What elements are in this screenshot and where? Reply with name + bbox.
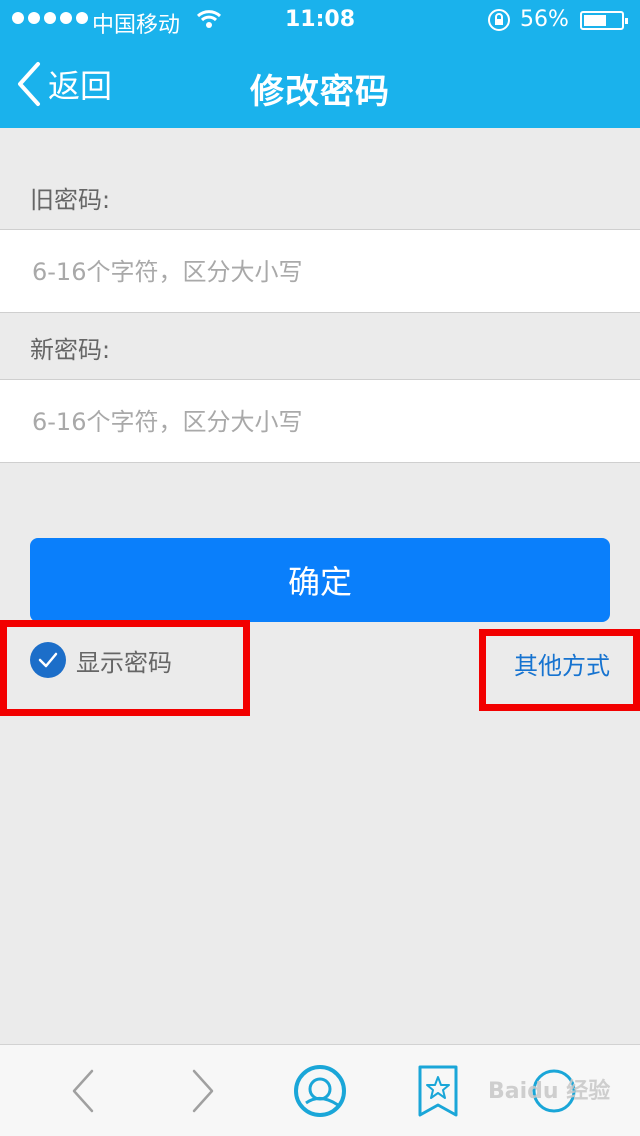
- old-password-label: 旧密码:: [30, 186, 111, 214]
- new-password-label: 新密码:: [30, 336, 111, 364]
- browser-logo-icon: [294, 1065, 346, 1117]
- confirm-button[interactable]: 确定: [30, 538, 610, 622]
- other-method-link[interactable]: 其他方式: [514, 646, 610, 681]
- status-bar: 中国移动 11:08 56%: [0, 0, 640, 40]
- chevron-right-icon: [192, 1069, 214, 1113]
- show-password-label: 显示密码: [76, 648, 172, 677]
- old-password-row: [0, 229, 640, 314]
- rotation-lock-icon: [486, 8, 512, 38]
- page-title: 修改密码: [250, 72, 390, 112]
- browser-back-button[interactable]: [52, 1059, 116, 1123]
- baidu-watermark: Baidu 经验: [488, 1079, 611, 1104]
- navigation-bar: 返回 修改密码: [0, 40, 640, 128]
- bookmark-button[interactable]: [406, 1059, 470, 1123]
- new-password-row: [0, 379, 640, 464]
- show-password-toggle[interactable]: 显示密码: [30, 642, 172, 678]
- new-password-input[interactable]: [30, 380, 614, 464]
- battery-icon: [580, 11, 628, 30]
- bookmark-star-icon: [418, 1065, 458, 1117]
- browser-home-button[interactable]: [288, 1059, 352, 1123]
- old-password-input[interactable]: [30, 230, 614, 314]
- bottom-toolbar: Baidu 经验: [0, 1044, 640, 1136]
- browser-forward-button[interactable]: [170, 1059, 234, 1123]
- chevron-left-icon: [72, 1069, 94, 1113]
- checkbox-checked-icon: [30, 642, 66, 678]
- battery-percent: 56%: [520, 7, 569, 32]
